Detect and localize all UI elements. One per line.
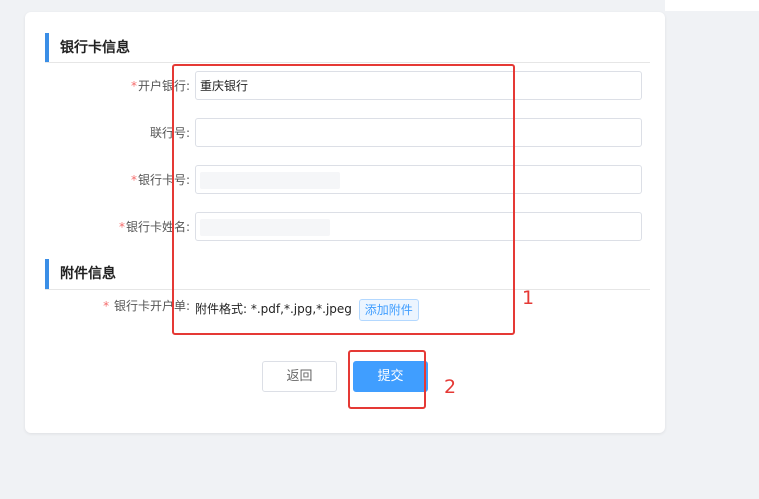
required-asterisk: * (118, 220, 125, 234)
annotation-number-2: 2 (444, 376, 457, 398)
bank-name-label: *开户银行: (25, 71, 190, 101)
section-divider (45, 62, 650, 63)
attachment-section-title: 附件信息 (45, 259, 116, 289)
attachment-label: * 银行卡开户单: (25, 292, 190, 320)
top-bar (665, 0, 759, 11)
required-asterisk: * (130, 173, 137, 187)
bank-section-title: 银行卡信息 (45, 33, 130, 63)
back-button[interactable]: 返回 (262, 361, 337, 392)
annotation-box-2 (348, 350, 426, 409)
required-asterisk: * (130, 79, 137, 93)
card-holder-label: *银行卡姓名: (25, 212, 190, 242)
annotation-number-1: 1 (522, 287, 535, 309)
annotation-box-1 (172, 64, 515, 335)
card-number-label: *银行卡号: (25, 165, 190, 195)
required-asterisk: * (103, 299, 110, 313)
bank-code-label: 联行号: (25, 118, 190, 148)
